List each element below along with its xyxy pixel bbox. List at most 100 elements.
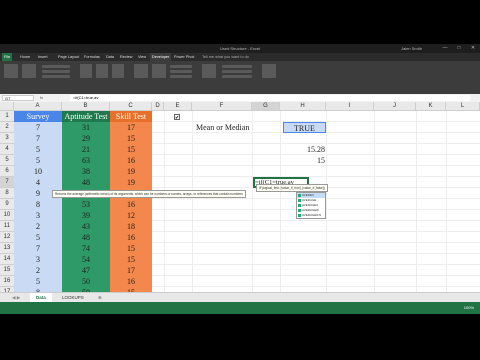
zoom-level[interactable]: 100% [464, 305, 474, 310]
row-header[interactable]: 4 [0, 144, 14, 155]
aptitude-cell[interactable]: 21 [62, 144, 110, 155]
survey-cell[interactable]: 7 [14, 243, 62, 254]
column-header[interactable]: B [62, 102, 110, 111]
header-aptitude[interactable]: Aptitude Test [62, 111, 110, 122]
name-box[interactable]: G7 [2, 95, 34, 101]
survey-cell[interactable]: 7 [14, 133, 62, 144]
maximize-icon[interactable]: □ [454, 45, 464, 52]
row-header[interactable]: 13 [0, 243, 14, 254]
aptitude-cell[interactable]: 31 [62, 122, 110, 133]
skill-cell[interactable]: 16 [110, 232, 152, 243]
row-header[interactable]: 10 [0, 210, 14, 221]
row-header[interactable]: 15 [0, 265, 14, 276]
mean-median-checkbox[interactable]: ✔ [174, 114, 180, 121]
column-header[interactable]: L [446, 102, 480, 111]
minimize-icon[interactable]: — [440, 45, 450, 52]
expansion-packs-icon[interactable] [222, 70, 252, 73]
aptitude-cell[interactable]: 53 [62, 199, 110, 210]
aptitude-cell[interactable]: 74 [62, 243, 110, 254]
row-header[interactable]: 2 [0, 122, 14, 133]
tab-data[interactable]: Data [104, 53, 116, 61]
skill-cell[interactable]: 16 [110, 155, 152, 166]
column-header[interactable]: D [152, 102, 164, 111]
row-header[interactable]: 1 [0, 111, 14, 122]
row-header[interactable]: 9 [0, 199, 14, 210]
column-header[interactable]: C [110, 102, 152, 111]
column-header[interactable]: G [252, 102, 280, 111]
refresh-data-icon[interactable] [222, 75, 252, 78]
aptitude-cell[interactable]: 48 [62, 177, 110, 188]
close-icon[interactable]: ✕ [468, 45, 478, 52]
aptitude-cell[interactable]: 39 [62, 210, 110, 221]
design-mode-icon[interactable] [152, 64, 166, 78]
row-header[interactable]: 3 [0, 133, 14, 144]
aptitude-cell[interactable]: 38 [62, 166, 110, 177]
tab-file[interactable]: File [2, 53, 13, 61]
macros-icon[interactable] [22, 64, 36, 78]
run-dialog-icon[interactable] [170, 75, 192, 78]
column-header[interactable]: H [280, 102, 326, 111]
skill-cell[interactable]: 17 [110, 122, 152, 133]
result-cell-1[interactable]: 15.28 [280, 144, 326, 155]
row-header[interactable]: 11 [0, 221, 14, 232]
sheet-tab-lookups[interactable]: LOOKUPS [56, 293, 90, 302]
skill-cell[interactable]: 15 [110, 243, 152, 254]
fx-icon[interactable]: fx [40, 95, 43, 100]
skill-cell[interactable]: 18 [110, 221, 152, 232]
column-header[interactable]: E [164, 102, 192, 111]
survey-cell[interactable]: 8 [14, 199, 62, 210]
aptitude-cell[interactable]: 29 [62, 133, 110, 144]
document-panel-icon[interactable] [262, 64, 276, 78]
column-header[interactable]: F [192, 102, 252, 111]
tab-power-pivot[interactable]: Power Pivot [172, 53, 196, 61]
row-header[interactable]: 7 [0, 177, 14, 188]
user-name[interactable]: Jalen Smith [401, 46, 422, 51]
header-survey[interactable]: Survey [14, 111, 62, 122]
aptitude-cell[interactable]: 43 [62, 221, 110, 232]
macro-security-icon[interactable] [42, 75, 70, 78]
tab-insert[interactable]: Insert [36, 53, 50, 61]
row-header[interactable]: 5 [0, 155, 14, 166]
survey-cell[interactable]: 3 [14, 254, 62, 265]
sheet-nav-icon[interactable]: ◀ ▶ [6, 293, 26, 302]
tab-review[interactable]: Review [118, 53, 134, 61]
aptitude-cell[interactable]: 48 [62, 232, 110, 243]
row-header[interactable]: 14 [0, 254, 14, 265]
aptitude-cell[interactable]: 63 [62, 155, 110, 166]
skill-cell[interactable]: 16 [110, 276, 152, 287]
survey-cell[interactable]: 7 [14, 122, 62, 133]
header-skill[interactable]: Skill Test [110, 111, 152, 122]
tell-me-search[interactable]: Tell me what you want to do [200, 53, 251, 61]
visual-basic-icon[interactable] [4, 64, 18, 78]
tab-view[interactable]: View [136, 53, 148, 61]
row-header[interactable]: 12 [0, 232, 14, 243]
excel-add-ins-icon[interactable] [96, 64, 108, 78]
insert-control-icon[interactable] [134, 64, 148, 78]
survey-cell[interactable]: 2 [14, 265, 62, 276]
skill-cell[interactable]: 15 [110, 133, 152, 144]
linked-value-cell[interactable]: TRUE [283, 122, 326, 133]
select-all-corner[interactable] [0, 102, 14, 111]
aptitude-cell[interactable]: 54 [62, 254, 110, 265]
skill-cell[interactable]: 15 [110, 144, 152, 155]
skill-cell[interactable]: 12 [110, 210, 152, 221]
aptitude-cell[interactable]: 50 [62, 276, 110, 287]
com-add-ins-icon[interactable] [112, 64, 124, 78]
relative-refs-icon[interactable] [42, 70, 70, 73]
row-header[interactable]: 16 [0, 276, 14, 287]
skill-cell[interactable]: 15 [110, 254, 152, 265]
add-ins-icon[interactable] [80, 64, 92, 78]
record-macro-icon[interactable] [42, 65, 70, 68]
formula-input[interactable]: =if(C1=true,av [70, 95, 470, 101]
survey-cell[interactable]: 3 [14, 210, 62, 221]
tab-developer[interactable]: Developer [150, 53, 172, 61]
survey-cell[interactable]: 5 [14, 276, 62, 287]
skill-cell[interactable]: 19 [110, 166, 152, 177]
skill-cell[interactable]: 19 [110, 177, 152, 188]
row-header[interactable]: 6 [0, 166, 14, 177]
survey-cell[interactable]: 5 [14, 144, 62, 155]
aptitude-cell[interactable]: 47 [62, 265, 110, 276]
tab-home[interactable]: Home [18, 53, 32, 61]
source-icon[interactable] [202, 64, 216, 78]
skill-cell[interactable]: 16 [110, 199, 152, 210]
